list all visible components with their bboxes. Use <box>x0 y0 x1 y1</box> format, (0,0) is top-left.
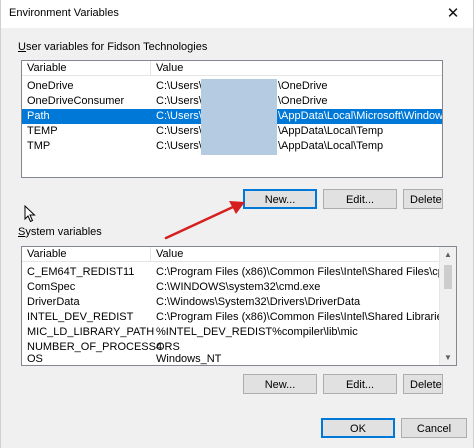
system-row-variable: C_EM64T_REDIST11 <box>27 266 135 278</box>
system-row-driverdata[interactable]: DriverData C:\Windows\System32\Drivers\D… <box>22 295 440 310</box>
title-bar: Environment Variables ✕ <box>1 0 473 28</box>
user-row-value-tail: \OneDrive <box>278 80 328 92</box>
system-row-variable: INTEL_DEV_REDIST <box>27 311 134 323</box>
environment-variables-dialog: Environment Variables ✕ User variables f… <box>0 0 474 448</box>
user-variables-label-rest: ser variables for Fidson Technologies <box>25 41 208 53</box>
system-row-value: C:\Program Files (x86)\Common Files\Inte… <box>156 266 440 278</box>
user-row-variable: TMP <box>27 140 51 152</box>
user-column-separator[interactable] <box>150 61 151 76</box>
scroll-down-icon[interactable]: ▼ <box>440 350 456 365</box>
cancel-button[interactable]: Cancel <box>401 418 467 438</box>
system-row-value: Windows_NT <box>156 353 222 365</box>
scroll-up-icon[interactable]: ▲ <box>440 247 456 262</box>
system-row-mic-ld-library-path[interactable]: MIC_LD_LIBRARY_PATH %INTEL_DEV_REDIST%co… <box>22 325 440 340</box>
user-list-header: Variable Value <box>22 61 442 76</box>
system-list-scrollbar[interactable]: ▲ ▼ <box>439 247 456 365</box>
system-row-intel-dev-redist[interactable]: INTEL_DEV_REDIST C:\Program Files (x86)\… <box>22 310 440 325</box>
system-row-value: C:\WINDOWS\system32\cmd.exe <box>156 281 321 293</box>
system-column-variable[interactable]: Variable <box>27 248 67 260</box>
system-variables-label: System variables <box>18 226 102 238</box>
user-row-value-tail: \AppData\Local\Temp <box>278 125 384 137</box>
user-column-value[interactable]: Value <box>156 62 183 74</box>
system-row-variable: DriverData <box>27 296 80 308</box>
system-edit-button[interactable]: Edit... <box>323 374 397 394</box>
system-column-separator[interactable] <box>150 247 151 262</box>
system-row-variable: OS <box>27 353 43 365</box>
system-variables-label-rest: ystem variables <box>25 226 102 238</box>
user-variables-label-mnemonic: U <box>18 41 26 53</box>
system-row-c-em64t-redist11[interactable]: C_EM64T_REDIST11 C:\Program Files (x86)\… <box>22 265 440 280</box>
user-row-value-tail: \AppData\Local\Temp <box>278 140 384 152</box>
system-row-value: %INTEL_DEV_REDIST%compiler\lib\mic <box>156 326 358 338</box>
system-new-button[interactable]: New... <box>243 374 317 394</box>
system-variables-list[interactable]: Variable Value C_EM64T_REDIST11 C:\Progr… <box>21 246 457 366</box>
user-variables-label: User variables for Fidson Technologies <box>18 41 207 53</box>
user-row-value-tail: \OneDrive <box>278 95 328 107</box>
system-row-comspec[interactable]: ComSpec C:\WINDOWS\system32\cmd.exe <box>22 280 440 295</box>
user-row-variable: Path <box>27 110 50 122</box>
system-column-value[interactable]: Value <box>156 248 183 260</box>
user-row-variable: TEMP <box>27 125 58 137</box>
window-title: Environment Variables <box>9 7 119 19</box>
mouse-pointer-icon <box>24 205 36 223</box>
scrollbar-thumb[interactable] <box>444 265 452 289</box>
system-list-header: Variable Value <box>22 247 456 262</box>
system-row-value: C:\Program Files (x86)\Common Files\Inte… <box>156 311 440 323</box>
user-column-variable[interactable]: Variable <box>27 62 67 74</box>
user-edit-button[interactable]: Edit... <box>323 189 397 209</box>
system-row-variable: MIC_LD_LIBRARY_PATH <box>27 326 155 338</box>
system-row-variable: ComSpec <box>27 281 76 293</box>
user-row-variable: OneDrive <box>27 80 74 92</box>
ok-button[interactable]: OK <box>321 418 395 438</box>
system-row-os[interactable]: OS Windows_NT <box>22 352 440 365</box>
close-icon[interactable]: ✕ <box>443 4 463 24</box>
system-row-value: C:\Windows\System32\Drivers\DriverData <box>156 296 361 308</box>
user-delete-button[interactable]: Delete <box>403 189 443 209</box>
user-row-variable: OneDriveConsumer <box>27 95 125 107</box>
user-new-button[interactable]: New... <box>243 189 317 209</box>
redaction-overlay <box>201 79 277 155</box>
system-delete-button[interactable]: Delete <box>403 374 443 394</box>
user-variables-list[interactable]: Variable Value OneDrive C:\Users\F \OneD… <box>21 60 443 178</box>
user-row-value-tail: \AppData\Local\Microsoft\Windows... <box>278 110 443 122</box>
